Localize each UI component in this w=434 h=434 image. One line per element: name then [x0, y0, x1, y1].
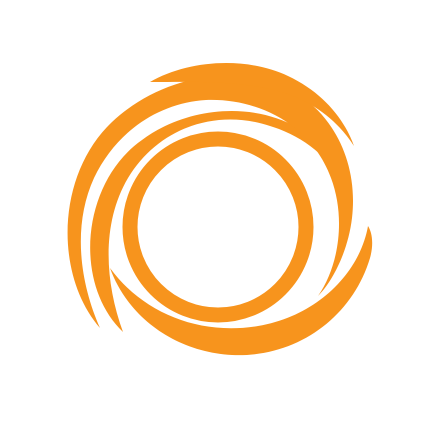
swirl-logo-icon — [67, 63, 373, 356]
inner-ring — [122, 131, 314, 323]
canvas — [0, 0, 434, 434]
